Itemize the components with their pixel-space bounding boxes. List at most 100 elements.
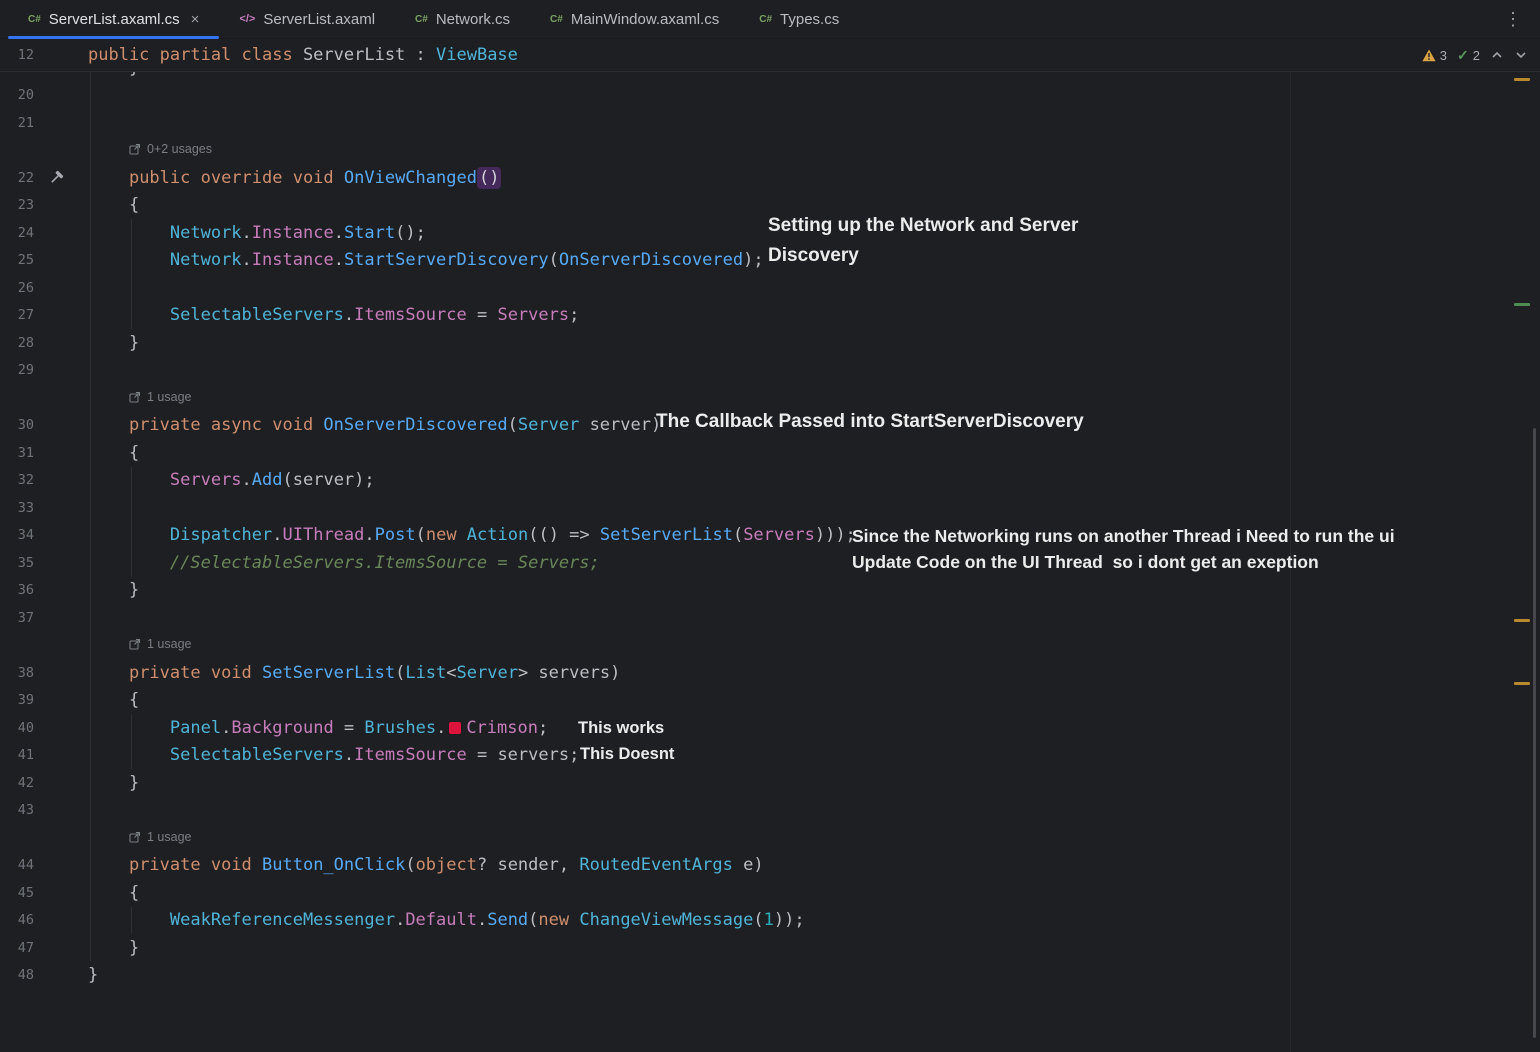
code-row[interactable]: 27 SelectableServers.ItemsSource = Serve… — [0, 302, 1540, 330]
line-number[interactable]: 48 — [0, 967, 34, 983]
inlay-row[interactable]: 1 usage — [0, 384, 1540, 412]
code-token: Servers — [497, 305, 569, 325]
code-row[interactable]: 26 — [0, 274, 1540, 302]
code-token: . — [334, 223, 344, 243]
csharp-file-icon: C# — [415, 14, 428, 25]
code-row[interactable]: 32 Servers.Add(server); — [0, 467, 1540, 495]
line-number[interactable]: 29 — [0, 362, 34, 378]
line-number[interactable]: 39 — [0, 692, 34, 708]
code-row[interactable]: 44 private void Button_OnClick(object? s… — [0, 852, 1540, 880]
code-token: ( — [508, 415, 518, 435]
line-number[interactable]: 30 — [0, 417, 34, 433]
line-number[interactable]: 44 — [0, 857, 34, 873]
tab-label: ServerList.axaml.cs — [49, 11, 180, 28]
line-number[interactable]: 43 — [0, 802, 34, 818]
code-row[interactable]: 33 — [0, 494, 1540, 522]
passed-indicator[interactable]: ✓ 2 — [1457, 47, 1480, 64]
analysis-stripe-ok-mark[interactable] — [1514, 303, 1530, 306]
code-row[interactable]: 43 — [0, 797, 1540, 825]
code-row[interactable]: 22 public override void OnViewChanged() — [0, 164, 1540, 192]
code-token: Dispatcher — [170, 525, 272, 545]
prev-problem-chevron-up-icon[interactable] — [1490, 48, 1504, 62]
close-icon[interactable]: × — [191, 11, 200, 28]
usages-inlay[interactable]: 1 usage — [129, 830, 191, 844]
scrollbar-thumb[interactable] — [1533, 428, 1536, 1038]
line-number[interactable]: 26 — [0, 280, 34, 296]
code-token: List — [405, 663, 446, 683]
code-row[interactable]: 36 } — [0, 577, 1540, 605]
line-number[interactable]: 31 — [0, 445, 34, 461]
line-number[interactable]: 20 — [0, 87, 34, 103]
code-row[interactable]: 42 } — [0, 769, 1540, 797]
code-row[interactable]: 47 } — [0, 934, 1540, 962]
line-number[interactable]: 36 — [0, 582, 34, 598]
line-number[interactable]: 37 — [0, 610, 34, 626]
usages-inlay[interactable]: 0+2 usages — [129, 142, 212, 156]
analysis-stripe-warning-mark[interactable] — [1514, 78, 1530, 81]
code-row[interactable]: 38 private void SetServerList(List<Serve… — [0, 659, 1540, 687]
next-problem-chevron-down-icon[interactable] — [1514, 48, 1528, 62]
code-token: ChangeViewMessage — [579, 910, 753, 930]
tab-network-cs[interactable]: C# Network.cs — [395, 0, 530, 38]
gutter: 47 — [0, 940, 88, 956]
code-line: //SelectableServers.ItemsSource = Server… — [88, 553, 600, 573]
code-line: } — [88, 773, 139, 793]
line-number[interactable]: 21 — [0, 115, 34, 131]
code-row[interactable]: 46 WeakReferenceMessenger.Default.Send(n… — [0, 907, 1540, 935]
line-number[interactable]: 38 — [0, 665, 34, 681]
line-number[interactable]: 24 — [0, 225, 34, 241]
code-row[interactable]: 45 { — [0, 879, 1540, 907]
line-number[interactable]: 22 — [0, 170, 34, 186]
line-number[interactable]: 47 — [0, 940, 34, 956]
code-line: public override void OnViewChanged() — [88, 168, 501, 188]
line-number[interactable]: 25 — [0, 252, 34, 268]
code-row[interactable]: 37 — [0, 604, 1540, 632]
code-row[interactable]: 21 — [0, 109, 1540, 137]
usages-inlay[interactable]: 1 usage — [129, 390, 191, 404]
tab-options-kebab-icon[interactable]: ⋮ — [1486, 9, 1540, 30]
code-row[interactable]: 19 } — [0, 71, 1540, 82]
code-row[interactable]: 40 Panel.Background = Brushes.Crimson; — [0, 714, 1540, 742]
gutter: 36 — [0, 582, 88, 598]
tab-serverlist-axaml-cs[interactable]: C# ServerList.axaml.cs × — [8, 0, 219, 38]
code-row[interactable]: 41 SelectableServers.ItemsSource = serve… — [0, 742, 1540, 770]
gutter-hammer-icon[interactable] — [34, 170, 78, 186]
analysis-stripe-warning-mark[interactable] — [1514, 619, 1530, 622]
inlay-row[interactable]: 1 usage — [0, 632, 1540, 660]
inlay-row[interactable]: 0+2 usages — [0, 137, 1540, 165]
warnings-indicator[interactable]: 3 — [1422, 48, 1447, 63]
tab-types-cs[interactable]: C# Types.cs — [739, 0, 859, 38]
line-number[interactable]: 42 — [0, 775, 34, 791]
inlay-row[interactable]: 1 usage — [0, 824, 1540, 852]
line-number[interactable]: 41 — [0, 747, 34, 763]
line-number[interactable]: 28 — [0, 335, 34, 351]
code-row[interactable]: 31 { — [0, 439, 1540, 467]
annotation-note-ui-thread: Since the Networking runs on another Thr… — [852, 523, 1437, 575]
usages-inlay[interactable]: 1 usage — [129, 637, 191, 651]
line-number[interactable]: 23 — [0, 197, 34, 213]
code-row[interactable]: 28 } — [0, 329, 1540, 357]
analysis-stripe-warning-mark[interactable] — [1514, 682, 1530, 685]
tab-serverlist-axaml[interactable]: </> ServerList.axaml — [219, 0, 395, 38]
code-token: private async void — [129, 415, 323, 435]
sticky-code: public partial class ServerList : ViewBa… — [88, 45, 518, 65]
line-number[interactable]: 33 — [0, 500, 34, 516]
gutter: 24 — [0, 225, 88, 241]
code-row[interactable]: 39 { — [0, 687, 1540, 715]
line-number[interactable]: 34 — [0, 527, 34, 543]
tab-mainwindow-axaml-cs[interactable]: C# MainWindow.axaml.cs — [530, 0, 739, 38]
gutter: 27 — [0, 307, 88, 323]
code-row[interactable]: 29 — [0, 357, 1540, 385]
code-token: 1 — [764, 910, 774, 930]
gutter: 38 — [0, 665, 88, 681]
color-swatch-crimson[interactable] — [449, 722, 461, 734]
code-row[interactable]: 20 — [0, 82, 1540, 110]
line-number[interactable]: 45 — [0, 885, 34, 901]
code-token: Servers — [743, 525, 815, 545]
line-number[interactable]: 46 — [0, 912, 34, 928]
line-number[interactable]: 32 — [0, 472, 34, 488]
line-number[interactable]: 27 — [0, 307, 34, 323]
code-row[interactable]: 48} — [0, 962, 1540, 990]
line-number[interactable]: 40 — [0, 720, 34, 736]
line-number[interactable]: 35 — [0, 555, 34, 571]
